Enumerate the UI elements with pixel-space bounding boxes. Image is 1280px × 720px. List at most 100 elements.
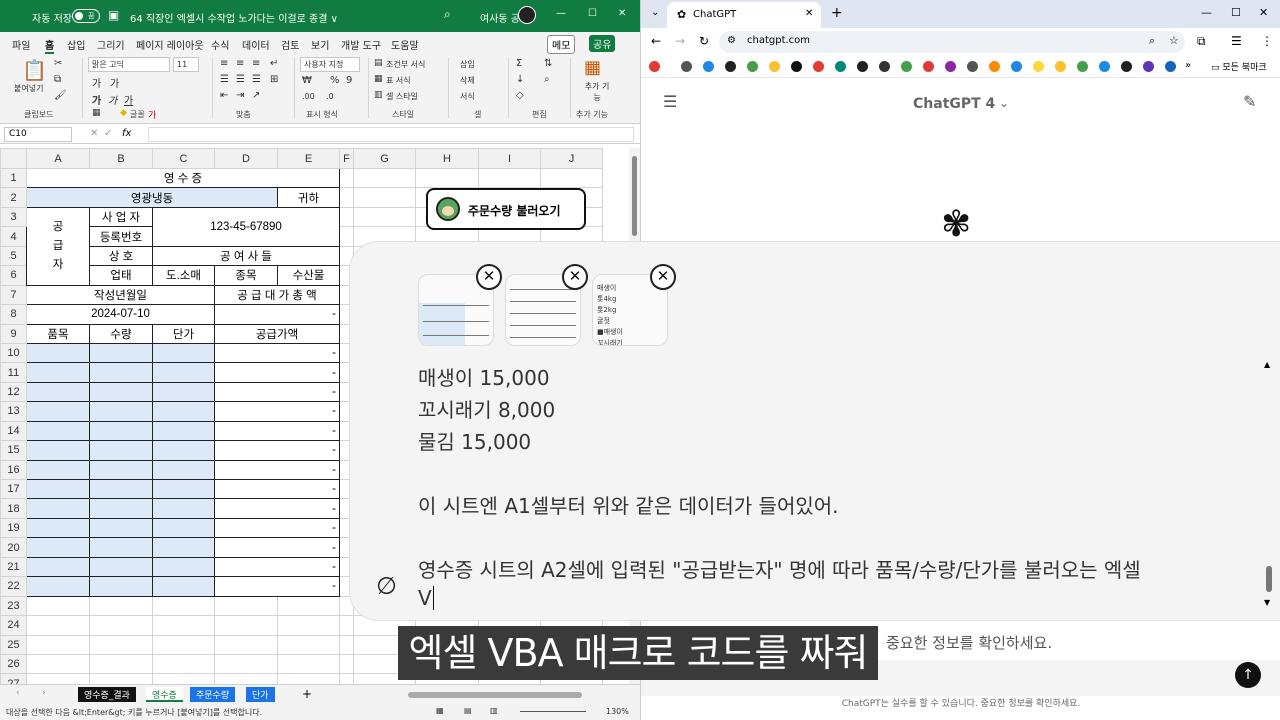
orientation-icon[interactable]: ↗ [252,90,260,101]
row-header[interactable]: 20 [0,537,27,558]
formula-input[interactable] [148,127,634,142]
cell[interactable] [152,342,215,364]
currency-icon[interactable]: ₩ [302,75,312,86]
tab-insert[interactable]: 삽입 [67,37,85,52]
cell[interactable] [214,634,278,655]
row-header[interactable]: 17 [0,478,27,500]
order-qty-macro-button[interactable]: 주문수량 불러오기 [426,188,586,230]
cell[interactable] [89,381,153,403]
cell[interactable] [277,595,340,617]
new-chat-icon[interactable]: ✎ [1243,92,1256,111]
col-amount-header[interactable]: 공급가액 [214,323,340,344]
fill-icon[interactable]: ↓ [516,74,524,85]
prev-sheet-icon[interactable]: ‹ [16,688,20,698]
find-icon[interactable]: ⌕ [544,74,550,85]
page-break-icon[interactable]: ▥ [490,706,498,715]
receipt-title[interactable]: 영 수 증 [26,167,340,189]
amount-cell[interactable]: - [214,440,340,461]
cell[interactable] [152,517,215,539]
cell-style-button[interactable]: 셀 스타일 [386,91,418,102]
tab-file[interactable]: 파일 [12,37,30,52]
trade-name-cell[interactable]: 공 여 사 들 [152,245,340,267]
cell[interactable] [26,653,90,675]
col-header[interactable]: G [353,148,416,169]
bookmark-icon[interactable] [1121,61,1132,72]
add-sheet-icon[interactable]: + [302,687,312,701]
send-button[interactable]: ↑ [1235,662,1261,688]
row-header[interactable]: 18 [0,498,27,519]
tab-formulas[interactable]: 수식 [211,37,229,52]
cell[interactable] [89,595,153,617]
amount-cell[interactable]: - [214,498,340,519]
bizno-label[interactable]: 사 업 자 [89,206,153,228]
sheet-tab-receipt-result[interactable]: 영수증_결과 [78,687,136,702]
row-header[interactable]: 23 [0,595,27,617]
bookmark-icon[interactable] [835,61,846,72]
indent-icon[interactable]: ⇤ [220,90,228,101]
date-label[interactable]: 작성년월일 [26,284,215,306]
normal-view-icon[interactable]: ▦ [436,706,444,715]
bookmark-icon[interactable] [1033,61,1044,72]
row-header[interactable]: 22 [0,576,27,597]
maximize-icon[interactable]: ☐ [588,8,597,19]
cell[interactable] [152,362,215,383]
cell[interactable] [277,653,340,675]
addin-button[interactable]: 추가 기능 [582,81,612,103]
amount-cell[interactable]: - [214,342,340,364]
bookmark-icon[interactable] [681,61,692,72]
sheet-tab-order-qty[interactable]: 주문수량 [190,687,236,702]
remove-attachment-button[interactable]: ✕ [650,264,676,290]
cell[interactable] [26,478,90,500]
remove-attachment-button[interactable]: ✕ [476,264,502,290]
row-header[interactable]: 10 [0,342,27,364]
cell[interactable] [152,440,215,461]
col-item-header[interactable]: 품목 [26,323,90,344]
row-header[interactable]: 11 [0,362,27,383]
cell[interactable] [89,517,153,539]
cell[interactable] [26,381,90,403]
cell[interactable] [152,576,215,597]
fx-icon[interactable]: fx [122,128,131,139]
back-icon[interactable]: ← [651,34,661,48]
cell[interactable] [89,653,153,675]
italic-icon[interactable]: 가 [108,92,117,107]
tab-view[interactable]: 보기 [311,37,329,52]
bookmark-icon[interactable] [813,61,824,72]
row-header[interactable]: 14 [0,420,27,442]
amount-cell[interactable]: - [214,576,340,597]
table-format-button[interactable]: 표 서식 [386,75,411,86]
col-header[interactable]: H [415,148,479,169]
cell[interactable] [152,537,215,558]
row-header[interactable]: 12 [0,381,27,403]
amount-cell[interactable]: - [214,381,340,403]
menu-icon[interactable]: ⋮ [1261,34,1273,48]
amount-cell[interactable]: - [214,537,340,558]
cell[interactable] [152,498,215,519]
cell[interactable] [26,420,90,442]
cell[interactable] [89,498,153,519]
cell[interactable] [152,381,215,403]
minimize-icon[interactable]: — [556,8,566,19]
forward-icon[interactable]: → [675,34,685,48]
decrease-decimal-icon[interactable]: .0 [326,92,334,101]
cell[interactable] [26,556,90,578]
row-header[interactable]: 19 [0,517,27,539]
tab-home[interactable]: 홈 [45,37,55,54]
sort-filter-icon[interactable]: ⇅ [544,58,552,69]
col-header[interactable]: B [89,148,153,169]
paste-label[interactable]: 붙여넣기 [14,83,43,94]
amount-cell[interactable]: - [214,401,340,422]
bookmark-icon[interactable] [1077,61,1088,72]
search-icon[interactable]: ⌕ [444,7,451,22]
bookmark-icon[interactable] [649,61,660,72]
align-top-icon[interactable]: ≡ [220,58,228,69]
format-painter-icon[interactable]: 🖌 [54,90,67,101]
scroll-thumb[interactable] [632,156,637,236]
align-right-icon[interactable]: ☰ [252,74,261,85]
zoom-slider[interactable] [520,711,586,712]
autosum-icon[interactable]: Σ [516,58,522,69]
enter-icon[interactable]: ✓ [104,128,112,139]
row-header[interactable]: 21 [0,556,27,578]
conditional-format-icon[interactable]: ▤ [374,58,383,68]
col-qty-header[interactable]: 수량 [89,323,153,344]
